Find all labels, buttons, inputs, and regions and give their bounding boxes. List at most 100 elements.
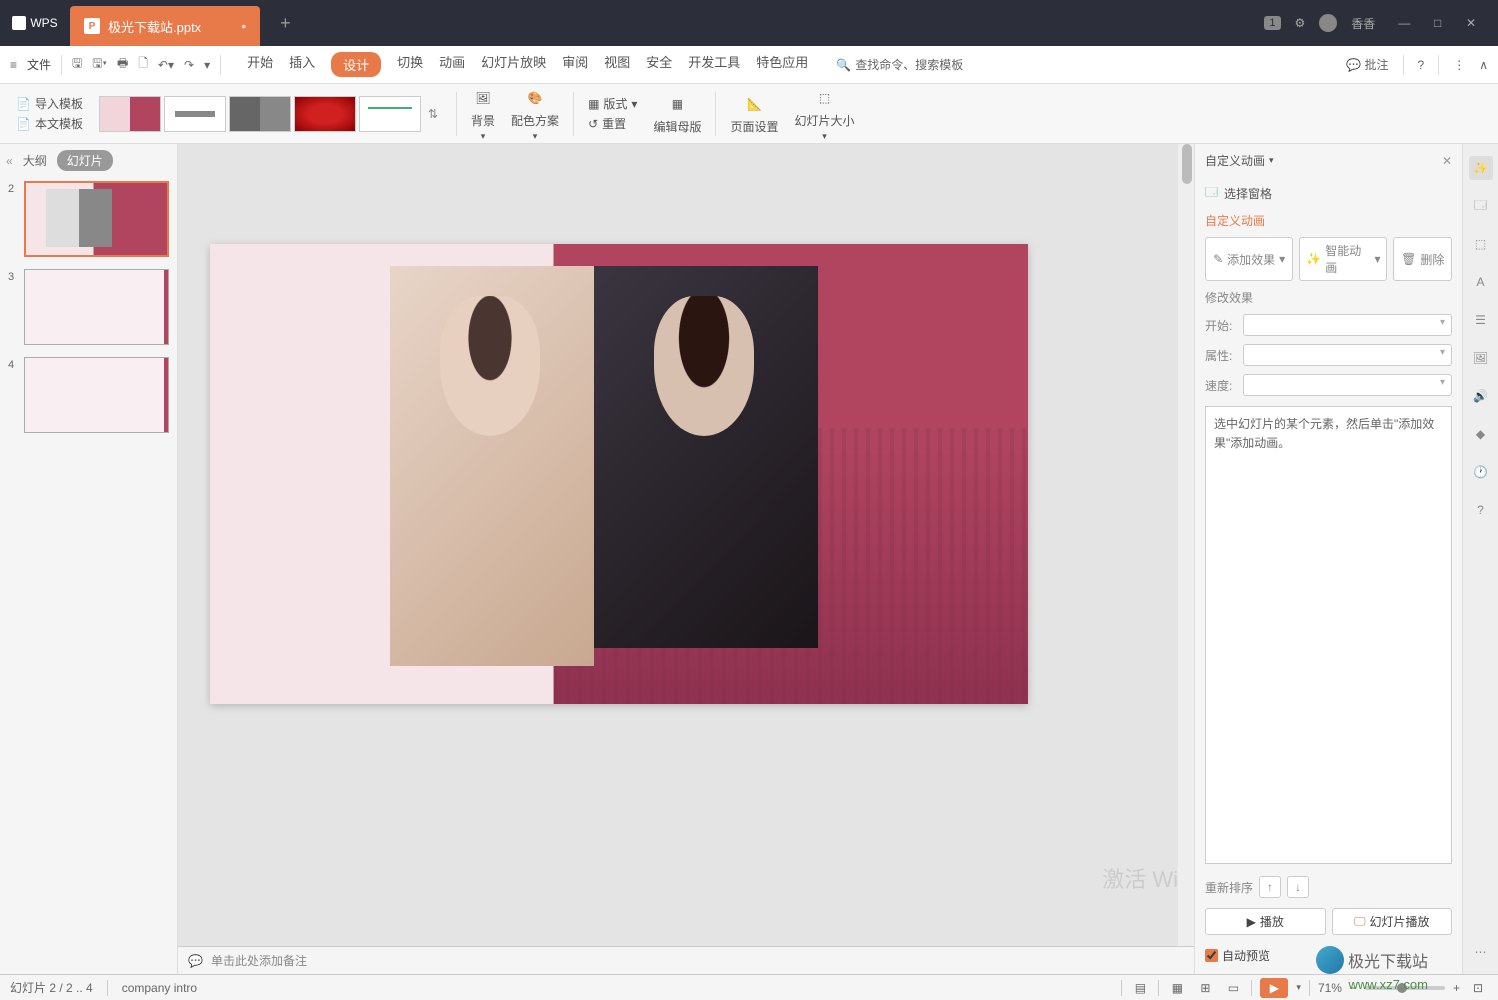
tab-security[interactable]: 安全 [646,52,672,77]
hamburger-icon[interactable]: ≡ [10,58,17,72]
undo-icon[interactable]: ↶▾ [158,58,174,72]
select-pane-link[interactable]: 🗔 选择窗格 [1205,183,1452,204]
tab-special[interactable]: 特色应用 [756,52,808,77]
normal-view-icon[interactable]: ▦ [1167,978,1187,998]
slide-content[interactable] [210,244,1028,704]
outline-tab[interactable]: 大纲 [23,152,47,169]
property-combo[interactable] [1243,344,1452,366]
fit-view-icon[interactable]: ⊡ [1468,978,1488,998]
tab-view[interactable]: 视图 [604,52,630,77]
this-template-button[interactable]: 📄本文模板 [16,115,83,132]
import-icon: 📄 [16,97,31,111]
tab-close-dot[interactable]: • [241,18,246,34]
move-up-button[interactable]: ↑ [1259,876,1281,898]
play-button[interactable]: ▶播放 [1205,908,1326,935]
effect-list[interactable]: 选中幻灯片的某个元素，然后单击"添加效果"添加动画。 [1205,406,1452,864]
new-tab-button[interactable]: + [280,13,291,34]
slide-thumb-2[interactable]: 2 [8,181,169,257]
vertical-scrollbar[interactable] [1178,144,1194,974]
settings-dots-icon[interactable]: ⋮ [1453,58,1465,72]
zoom-value[interactable]: 71% [1318,981,1342,995]
save-as-icon[interactable]: 🖫▾ [92,54,107,75]
start-combo[interactable] [1243,314,1452,336]
document-tab[interactable]: P 极光下载站.pptx • [70,6,260,46]
close-button[interactable]: ✕ [1456,16,1486,30]
notification-badge[interactable]: 1 [1264,16,1280,30]
page-setup-button[interactable]: 📐 页面设置 [724,92,784,135]
tab-design[interactable]: 设计 [331,52,381,77]
auto-preview-input[interactable] [1205,949,1218,962]
tool-icon-3[interactable]: ⬚ [1469,232,1493,256]
tab-start[interactable]: 开始 [247,52,273,77]
tab-devtools[interactable]: 开发工具 [688,52,740,77]
slide-thumb-3[interactable]: 3 [8,269,169,345]
redo-icon[interactable]: ↷ [184,58,194,72]
scrollbar-thumb[interactable] [1182,144,1192,184]
template-thumb-4[interactable] [294,96,356,132]
reset-button[interactable]: ↺重置 [588,115,637,132]
notes-view-icon[interactable]: ▤ [1130,978,1150,998]
template-thumb-5[interactable] [359,96,421,132]
delete-button[interactable]: 🗑删除 [1393,237,1452,281]
sound-tool-icon[interactable]: 🔊 [1469,384,1493,408]
color-scheme-button[interactable]: 🎨 配色方案▾ [505,86,565,142]
maximize-button[interactable]: □ [1423,16,1453,30]
import-template-button[interactable]: 📄导入模板 [16,95,83,112]
help-icon[interactable]: ? [1418,58,1425,72]
comments-button[interactable]: 💬 批注 [1346,56,1388,73]
portrait-photo-2[interactable] [594,266,818,648]
template-more-icon[interactable]: ⇅ [424,107,442,121]
save-icon[interactable]: 🖫 [72,54,82,75]
collapse-left-icon[interactable]: « [6,154,13,168]
tab-insert[interactable]: 插入 [289,52,315,77]
template-thumb-3[interactable] [229,96,291,132]
panel-dropdown-icon[interactable]: ▾ [1269,155,1274,166]
zoom-in-icon[interactable]: + [1453,981,1460,995]
tool-icon-5[interactable]: ☰ [1469,308,1493,332]
smart-animation-button[interactable]: ✨智能动画 ▾ [1299,237,1387,281]
slide-size-button[interactable]: ⬚ 幻灯片大小▾ [788,86,860,142]
close-panel-icon[interactable]: ✕ [1442,154,1452,168]
minimize-button[interactable]: — [1389,16,1419,30]
move-down-button[interactable]: ↓ [1287,876,1309,898]
slideshow-play-button[interactable]: 🖵幻灯片播放 [1332,908,1453,935]
command-search[interactable]: 🔍 查找命令、搜索模板 [836,56,963,73]
help-tool-icon[interactable]: ? [1469,498,1493,522]
user-avatar[interactable] [1319,14,1337,32]
reading-view-icon[interactable]: ▭ [1223,978,1243,998]
print-preview-icon[interactable]: 🗋 [138,54,148,75]
sorter-view-icon[interactable]: ⊞ [1195,978,1215,998]
collapse-ribbon-icon[interactable]: ∧ [1479,58,1488,72]
slideshow-button[interactable]: ▶ [1260,978,1288,998]
speed-combo[interactable] [1243,374,1452,396]
more-icon[interactable]: ▾ [204,58,210,72]
file-menu[interactable]: 文件 [27,56,51,73]
portrait-photo-1[interactable] [390,266,594,666]
master-icon: ▦ [665,92,689,116]
template-thumb-1[interactable] [99,96,161,132]
slides-tab[interactable]: 幻灯片 [57,150,113,171]
slideshow-dropdown-icon[interactable]: ▾ [1296,982,1301,993]
layout-button[interactable]: ▦版式 ▾ [588,95,637,112]
image-tool-icon[interactable]: 🖼 [1469,346,1493,370]
tool-icon-2[interactable]: 🗔 [1469,194,1493,218]
print-icon[interactable]: 🖶 [117,54,128,75]
tool-icon-8[interactable]: ◆ [1469,422,1493,446]
gift-icon[interactable]: ⚙ [1295,16,1306,30]
history-tool-icon[interactable]: 🕐 [1469,460,1493,484]
add-effect-button[interactable]: ✎添加效果 ▾ [1205,237,1293,281]
template-thumb-2[interactable] [164,96,226,132]
slide-thumb-4[interactable]: 4 [8,357,169,433]
tab-animation[interactable]: 动画 [439,52,465,77]
tab-slideshow[interactable]: 幻灯片放映 [481,52,546,77]
font-tool-icon[interactable]: A [1469,270,1493,294]
tab-transition[interactable]: 切换 [397,52,423,77]
more-tools-icon[interactable]: ⋯ [1469,940,1493,964]
slide-canvas[interactable]: 💬 单击此处添加备注 [178,144,1194,974]
edit-master-button[interactable]: ▦ 编辑母版 [647,92,707,135]
app-logo[interactable]: WPS [0,0,70,46]
background-button[interactable]: 🖼 背景▾ [465,86,501,142]
animation-tool-icon[interactable]: ✨ [1469,156,1493,180]
notes-bar[interactable]: 💬 单击此处添加备注 [178,946,1194,974]
tab-review[interactable]: 审阅 [562,52,588,77]
